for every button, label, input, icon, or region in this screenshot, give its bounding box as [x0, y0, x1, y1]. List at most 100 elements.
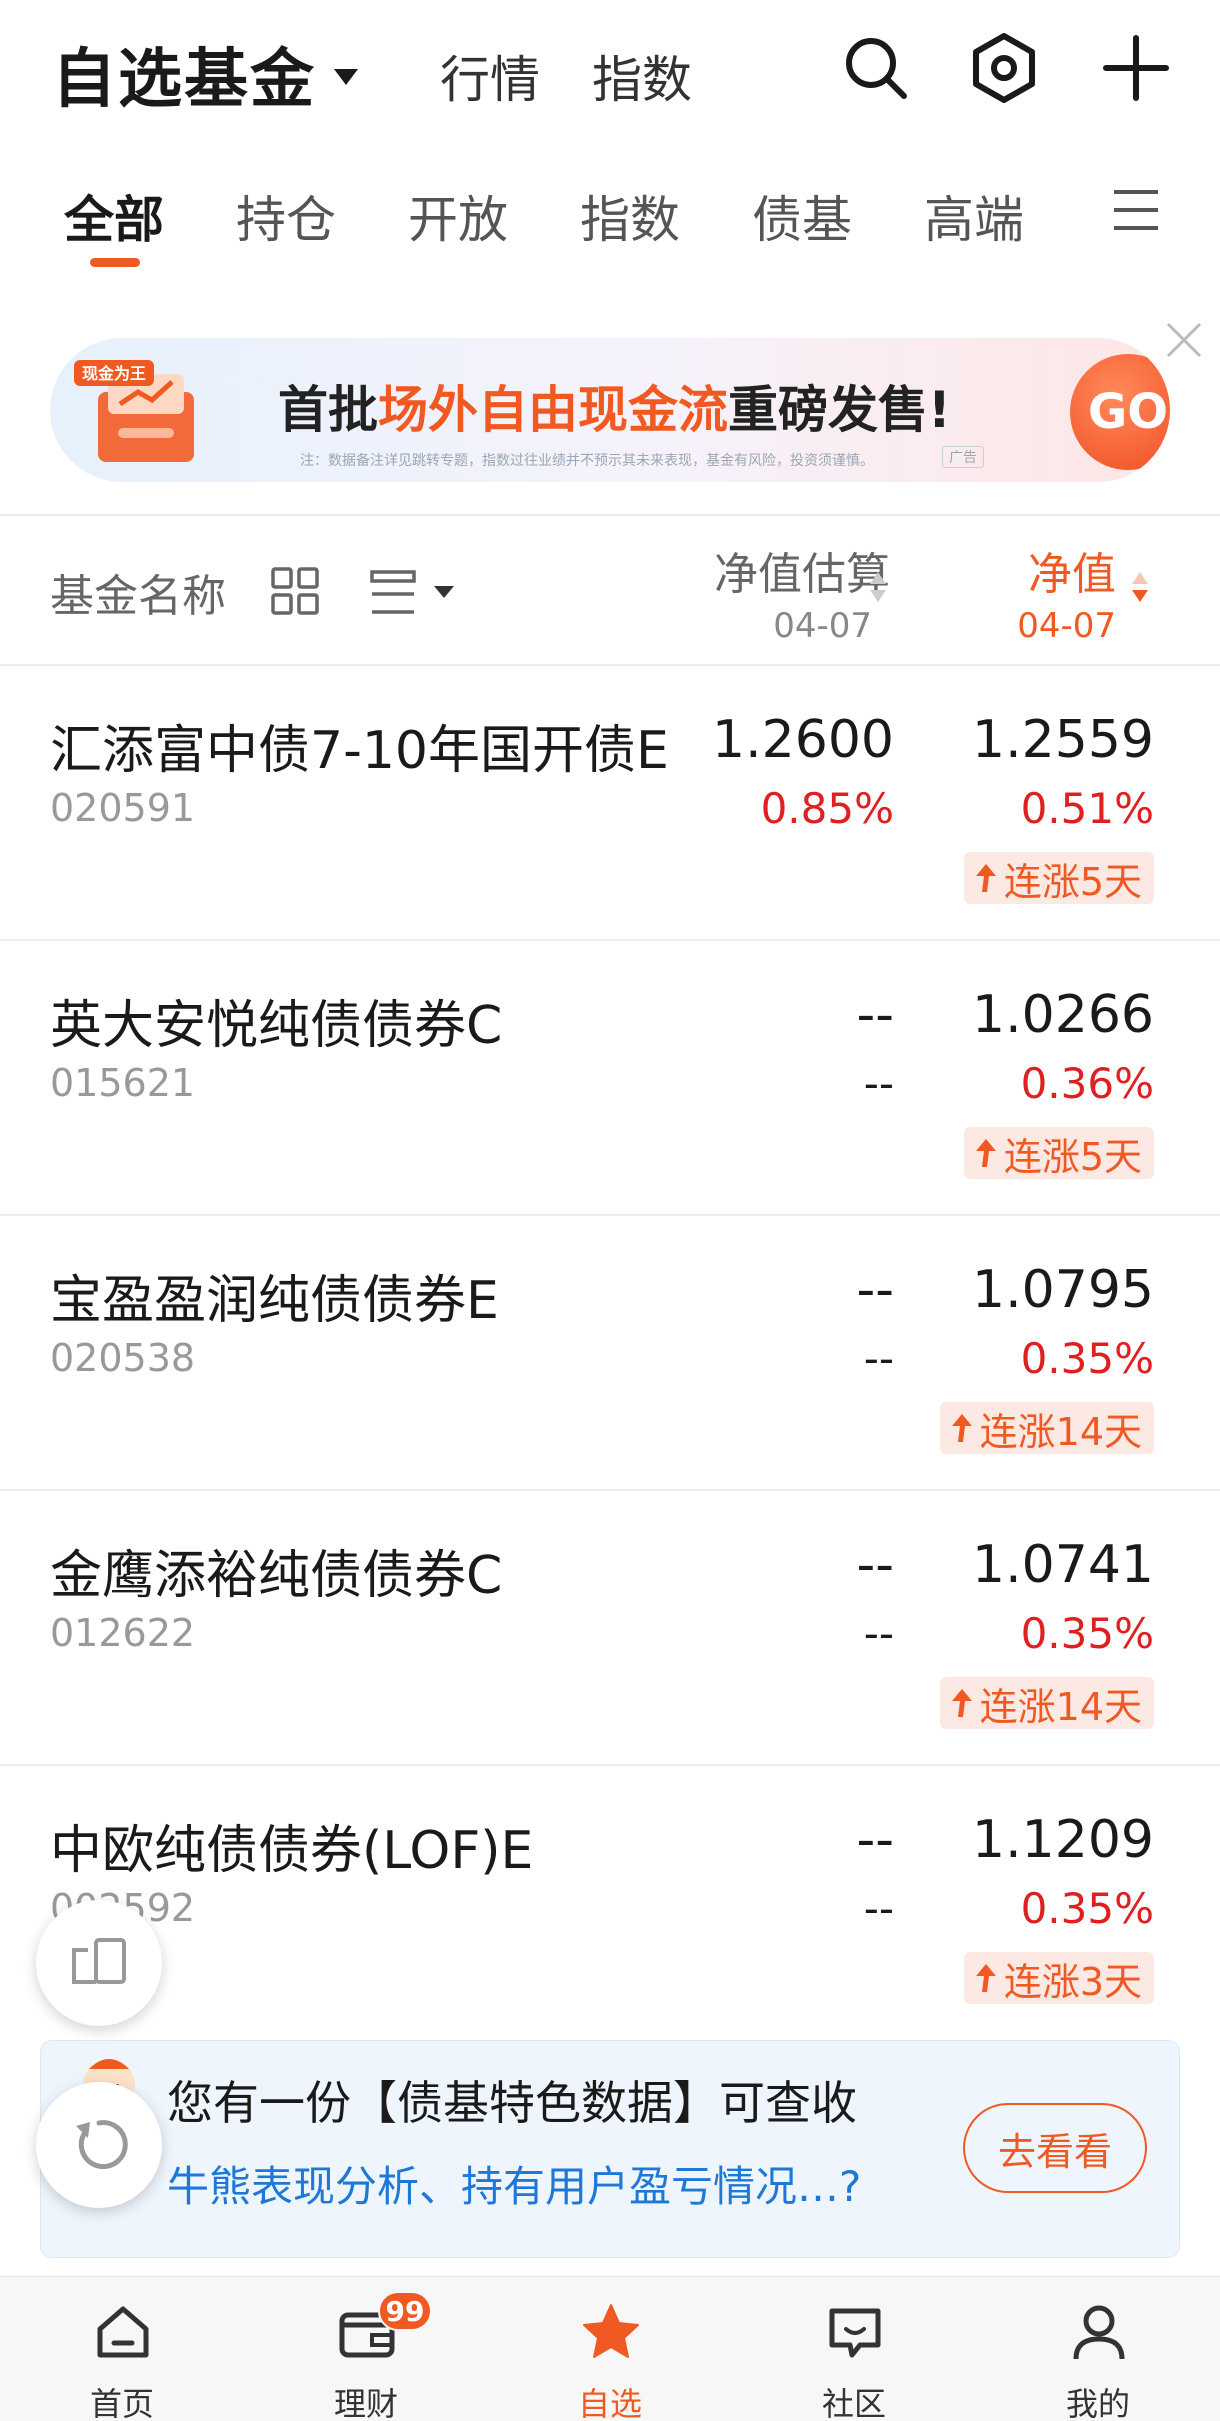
active-tab-indicator: [90, 258, 140, 267]
promo-title: 您有一份【债基特色数据】可查收: [167, 2076, 857, 2130]
fund-row[interactable]: 宝盈盈润纯债债券E 020538 -- -- 1.0795 0.35% 连涨14…: [0, 1216, 1220, 1491]
top-header: 自选基金 行情 指数: [0, 0, 1220, 140]
fund-row[interactable]: 金鹰添裕纯债债券C 012622 -- -- 1.0741 0.35% 连涨14…: [0, 1491, 1220, 1766]
menu-icon[interactable]: [1112, 188, 1160, 232]
arrow-up-icon: [951, 1689, 972, 1717]
tab-high-end[interactable]: 高端: [924, 180, 1024, 252]
fund-name: 英大安悦纯债债券C: [50, 996, 503, 1056]
ad-label: 广告: [942, 446, 984, 468]
nav-profile[interactable]: 我的: [1018, 2277, 1178, 2421]
fund-name: 中欧纯债债券(LOF)E: [50, 1821, 534, 1881]
estimate-change: 0.85%: [760, 784, 894, 833]
promo-subtitle-link[interactable]: 牛熊表现分析、持有用户盈亏情况…?: [167, 2153, 861, 2214]
search-icon[interactable]: [838, 30, 914, 106]
view-button[interactable]: 去看看: [963, 2103, 1147, 2193]
streak-text: 连涨14天: [979, 1684, 1142, 1729]
promo-card[interactable]: 您有一份【债基特色数据】可查收 牛熊表现分析、持有用户盈亏情况…? 去看看: [40, 2040, 1180, 2258]
page-title: 自选基金: [52, 43, 316, 117]
fund-code: 020591: [50, 786, 196, 830]
add-icon[interactable]: [1098, 30, 1174, 106]
nav-profile-label: 我的: [1065, 2385, 1130, 2421]
market-link[interactable]: 行情: [440, 40, 540, 112]
fund-code: 012622: [50, 1611, 196, 1655]
nav-community[interactable]: 社区: [774, 2277, 934, 2421]
nav-home-label: 首页: [89, 2385, 154, 2421]
streak-text: 连涨14天: [979, 1409, 1142, 1454]
nav-watchlist-label: 自选: [577, 2385, 642, 2421]
streak-badge: 连涨5天: [963, 1127, 1154, 1179]
grid-view-icon[interactable]: [270, 566, 320, 616]
bottom-navigation: 首页 99 理财 自选 社区 我的: [0, 2276, 1220, 2421]
go-button[interactable]: GO: [1070, 354, 1170, 470]
arrow-up-icon: [975, 1139, 996, 1167]
streak-text: 连涨5天: [1003, 859, 1142, 904]
promo-banner[interactable]: 现金为王 首批场外自由现金流重磅发售! 注：数据备注详见跳转专题，指数过往业绩并…: [50, 338, 1170, 482]
nav-change: 0.35%: [1020, 1609, 1154, 1658]
fund-row[interactable]: 英大安悦纯债债券C 015621 -- -- 1.0266 0.36% 连涨5天: [0, 941, 1220, 1216]
index-link[interactable]: 指数: [592, 40, 692, 112]
fund-row[interactable]: 汇添富中债7-10年国开债E 020591 1.2600 0.85% 1.255…: [0, 666, 1220, 941]
nav-finance[interactable]: 99 理财: [286, 2277, 446, 2421]
estimate-date: 04-07: [773, 606, 872, 646]
streak-badge: 连涨5天: [963, 852, 1154, 904]
nav-home[interactable]: 首页: [42, 2277, 202, 2421]
category-tabs: 全部 持仓 开放 指数 债基 高端: [0, 170, 1220, 280]
streak-badge: 连涨14天: [939, 1677, 1154, 1729]
arrow-up-icon: [975, 1964, 996, 1992]
estimate-value: --: [856, 985, 894, 1045]
fund-code: 015621: [50, 1061, 196, 1105]
refresh-float-button[interactable]: [36, 2082, 162, 2208]
user-icon: [1073, 2305, 1125, 2360]
compare-icon: [72, 1938, 126, 1984]
nav-value: 1.0741: [972, 1535, 1154, 1595]
close-icon[interactable]: [1162, 318, 1206, 362]
column-estimate[interactable]: 净值估算 04-07: [714, 538, 890, 646]
estimate-value: 1.2600: [712, 710, 894, 770]
estimate-change: --: [863, 1059, 894, 1108]
arrow-up-icon: [951, 1414, 972, 1442]
fund-code: 020538: [50, 1336, 196, 1380]
badge-text: 现金为王: [82, 364, 146, 383]
estimate-value: --: [856, 1810, 894, 1870]
compare-float-button[interactable]: [36, 1900, 162, 2026]
list-sort-icon[interactable]: [370, 568, 460, 618]
cash-box-icon: 现金为王: [74, 360, 194, 462]
star-icon: [583, 2304, 639, 2358]
nav-change: 0.35%: [1020, 1884, 1154, 1933]
home-icon: [97, 2306, 149, 2358]
estimate-change: --: [863, 1884, 894, 1933]
banner-disclaimer: 注：数据备注详见跳转专题，指数过往业绩并不预示其未来表现，基金有风险，投资须谨慎…: [300, 453, 874, 469]
nav-value: 1.1209: [972, 1810, 1154, 1870]
tab-open[interactable]: 开放: [408, 180, 508, 252]
tab-index[interactable]: 指数: [580, 180, 680, 252]
estimate-change: --: [863, 1334, 894, 1383]
title-dropdown[interactable]: 自选基金: [52, 28, 358, 120]
nav-watchlist[interactable]: 自选: [530, 2277, 690, 2421]
nav-change: 0.51%: [1020, 784, 1154, 833]
fund-name: 汇添富中债7-10年国开债E: [50, 721, 669, 781]
tab-holdings[interactable]: 持仓: [236, 180, 336, 252]
nav-date: 04-07: [1017, 606, 1116, 646]
estimate-label: 净值估算: [714, 549, 890, 600]
fund-row[interactable]: 中欧纯债债券(LOF)E 002592 -- -- 1.1209 0.35% 连…: [0, 1766, 1220, 2041]
tab-bond[interactable]: 债基: [752, 180, 852, 252]
nav-value: 1.2559: [972, 710, 1154, 770]
fund-name: 金鹰添裕纯债债券C: [50, 1546, 503, 1606]
estimate-change: --: [863, 1609, 894, 1658]
nav-community-label: 社区: [821, 2385, 886, 2421]
streak-badge: 连涨14天: [939, 1402, 1154, 1454]
nav-label: 净值: [1028, 549, 1116, 600]
column-nav[interactable]: 净值 04-07: [1017, 538, 1116, 646]
caret-down-icon: [334, 69, 358, 85]
banner-text-highlight: 场外自由现金流: [378, 381, 728, 439]
tab-all[interactable]: 全部: [64, 180, 164, 252]
streak-badge: 连涨3天: [963, 1952, 1154, 2004]
chat-icon: [829, 2308, 881, 2358]
estimate-value: --: [856, 1535, 894, 1595]
banner-text-pre: 首批: [278, 381, 378, 439]
notification-badge: 99: [378, 2291, 432, 2331]
banner-headline: 首批场外自由现金流重磅发售!: [278, 370, 951, 442]
arrow-up-icon: [975, 864, 996, 892]
settings-icon[interactable]: [966, 30, 1042, 106]
estimate-value: --: [856, 1260, 894, 1320]
